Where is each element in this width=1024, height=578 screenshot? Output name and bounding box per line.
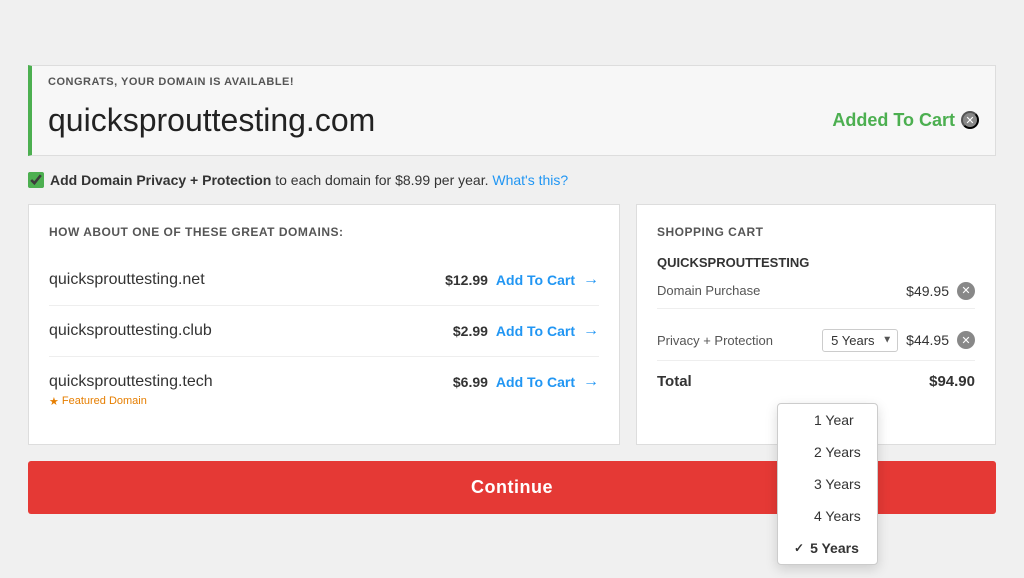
domain-purchase-price: $49.95 bbox=[906, 283, 949, 299]
arrow-icon-3: → bbox=[583, 373, 599, 391]
total-label: Total bbox=[657, 373, 692, 390]
privacy-row: Add Domain Privacy + Protection to each … bbox=[28, 172, 996, 188]
cart-total-row: Total $94.90 bbox=[657, 361, 975, 390]
total-price: $94.90 bbox=[929, 373, 975, 390]
remove-domain-purchase-button[interactable]: ✕ bbox=[957, 282, 975, 300]
domain-item-right-2: $2.99 Add To Cart → bbox=[453, 322, 599, 340]
add-to-cart-link-1[interactable]: Add To Cart bbox=[496, 272, 575, 288]
list-item: quicksprouttesting.net $12.99 Add To Car… bbox=[49, 255, 599, 306]
option-label-1year: 1 Year bbox=[814, 412, 854, 428]
privacy-rest: to each domain for $8.99 per year. bbox=[271, 172, 488, 188]
add-to-cart-link-3[interactable]: Add To Cart bbox=[496, 374, 575, 390]
domain-purchase-label: Domain Purchase bbox=[657, 283, 760, 298]
domain-item-right-1: $12.99 Add To Cart → bbox=[445, 271, 599, 289]
dropdown-option-4years[interactable]: 4 Years bbox=[778, 500, 877, 532]
option-label-4years: 4 Years bbox=[814, 508, 861, 524]
dropdown-option-1year[interactable]: 1 Year bbox=[778, 404, 877, 436]
privacy-checkbox[interactable] bbox=[28, 172, 44, 188]
privacy-whats-this-link[interactable]: What's this? bbox=[492, 172, 568, 188]
featured-badge: ★ Featured Domain bbox=[49, 395, 147, 408]
add-to-cart-link-2[interactable]: Add To Cart bbox=[496, 323, 575, 339]
list-item: quicksprouttesting.club $2.99 Add To Car… bbox=[49, 306, 599, 357]
list-item: quicksprouttesting.tech $6.99 Add To Car… bbox=[49, 357, 599, 424]
main-domain-name: quicksprouttesting.com bbox=[48, 102, 375, 139]
two-col-layout: HOW ABOUT ONE OF THESE GREAT DOMAINS: qu… bbox=[28, 204, 996, 445]
domain-item-right-3: $6.99 Add To Cart → bbox=[453, 373, 599, 391]
remove-main-domain-button[interactable]: ✕ bbox=[961, 111, 979, 129]
page-container: CONGRATS, YOUR DOMAIN IS AVAILABLE! quic… bbox=[12, 49, 1012, 530]
cart-domain-name: QUICKSPROUTTESTING bbox=[657, 255, 975, 270]
featured-label: Featured Domain bbox=[62, 395, 147, 407]
years-dropdown-popup: 1 Year 2 Years 3 Years 4 Years ✓ 5 Years bbox=[777, 403, 878, 565]
suggested-domains-title: HOW ABOUT ONE OF THESE GREAT DOMAINS: bbox=[49, 225, 599, 239]
cart-domain-purchase-row: Domain Purchase $49.95 ✕ bbox=[657, 274, 975, 309]
cart-domain-item: QUICKSPROUTTESTING Domain Purchase $49.9… bbox=[657, 255, 975, 309]
arrow-icon-1: → bbox=[583, 271, 599, 289]
cart-privacy-label: Privacy + Protection bbox=[657, 333, 773, 348]
suggested-domain-name-1: quicksprouttesting.net bbox=[49, 271, 205, 289]
cart-privacy-right: 1 Year 2 Years 3 Years 4 Years 5 Years ▼… bbox=[822, 329, 975, 352]
domain-price-2: $2.99 bbox=[453, 323, 488, 339]
added-to-cart-badge: Added To Cart ✕ bbox=[832, 110, 979, 131]
star-icon: ★ bbox=[49, 395, 59, 408]
dropdown-option-3years[interactable]: 3 Years bbox=[778, 468, 877, 500]
option-label-3years: 3 Years bbox=[814, 476, 861, 492]
shopping-cart-panel: SHOPPING CART QUICKSPROUTTESTING Domain … bbox=[636, 204, 996, 445]
dropdown-option-5years[interactable]: ✓ 5 Years bbox=[778, 532, 877, 564]
privacy-price: $44.95 bbox=[906, 332, 949, 348]
option-label-2years: 2 Years bbox=[814, 444, 861, 460]
domain-price-3: $6.99 bbox=[453, 374, 488, 390]
privacy-bold: Add Domain Privacy + Protection bbox=[50, 172, 271, 188]
cart-domain-right: $49.95 ✕ bbox=[906, 282, 975, 300]
arrow-icon-2: → bbox=[583, 322, 599, 340]
option-label-5years: 5 Years bbox=[810, 540, 859, 556]
suggested-domain-name-2: quicksprouttesting.club bbox=[49, 322, 212, 340]
suggested-domain-name-3: quicksprouttesting.tech bbox=[49, 373, 213, 391]
dropdown-option-2years[interactable]: 2 Years bbox=[778, 436, 877, 468]
suggested-domains-panel: HOW ABOUT ONE OF THESE GREAT DOMAINS: qu… bbox=[28, 204, 620, 445]
cart-title: SHOPPING CART bbox=[657, 225, 975, 239]
congrats-text: CONGRATS, YOUR DOMAIN IS AVAILABLE! bbox=[48, 76, 979, 88]
checkmark-icon: ✓ bbox=[794, 541, 804, 555]
domain-row: quicksprouttesting.com Added To Cart ✕ bbox=[48, 94, 979, 149]
privacy-text: Add Domain Privacy + Protection to each … bbox=[50, 172, 568, 188]
privacy-years-select[interactable]: 1 Year 2 Years 3 Years 4 Years 5 Years bbox=[822, 329, 898, 352]
remove-privacy-button[interactable]: ✕ bbox=[957, 331, 975, 349]
domain-price-1: $12.99 bbox=[445, 272, 488, 288]
years-select-wrapper: 1 Year 2 Years 3 Years 4 Years 5 Years ▼ bbox=[822, 329, 898, 352]
cart-privacy-row: Privacy + Protection 1 Year 2 Years 3 Ye… bbox=[657, 321, 975, 361]
added-to-cart-label: Added To Cart bbox=[832, 110, 955, 131]
congrats-banner: CONGRATS, YOUR DOMAIN IS AVAILABLE! quic… bbox=[28, 65, 996, 156]
